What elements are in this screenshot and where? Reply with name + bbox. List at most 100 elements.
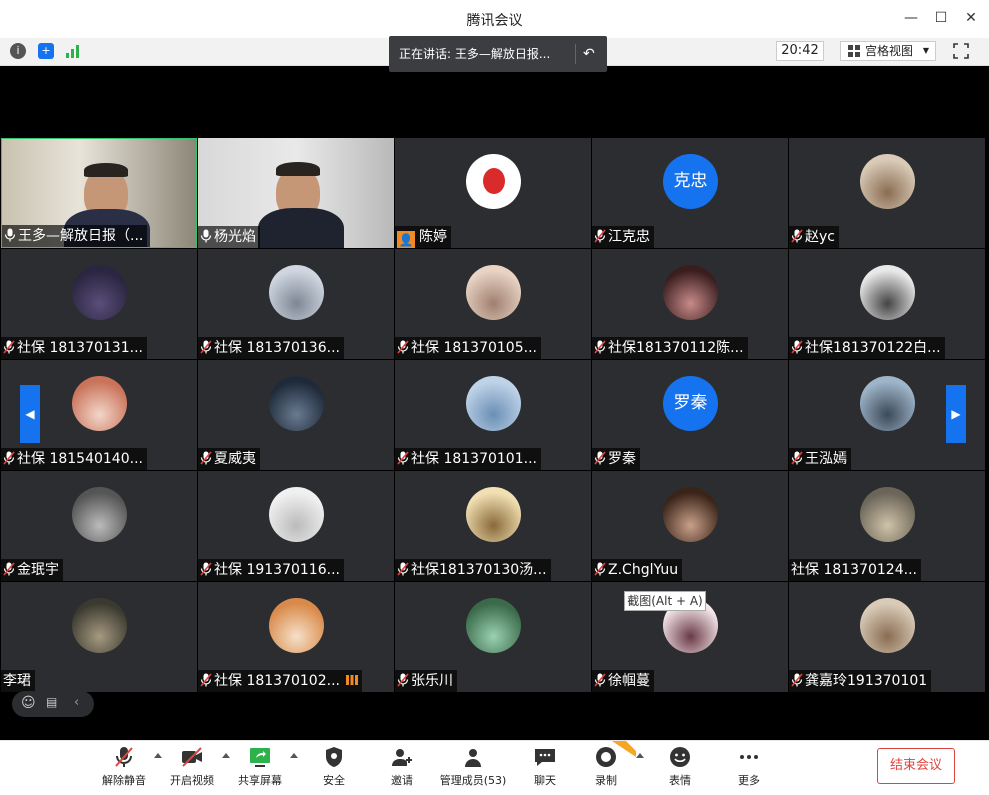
participant-tile[interactable]: 社保181370130汤...: [395, 471, 591, 581]
invite-button[interactable]: 邀请: [386, 745, 418, 788]
start-video-button[interactable]: 开启视频: [168, 745, 216, 788]
participant-tile[interactable]: 社保 181370124...: [789, 471, 985, 581]
participant-tile[interactable]: 社保 191370116...: [198, 471, 394, 581]
maximize-icon[interactable]: ☐: [931, 8, 951, 28]
shield-icon[interactable]: +: [38, 43, 54, 59]
info-icon[interactable]: i: [10, 43, 26, 59]
participant-avatar: [466, 487, 521, 542]
participant-name: 夏威夷: [198, 448, 260, 470]
participant-avatar: [466, 265, 521, 320]
participant-name: 江克忠: [592, 226, 654, 248]
chat-button[interactable]: 聊天: [529, 745, 561, 788]
prev-page-arrow-icon[interactable]: ◀: [20, 385, 40, 443]
participant-tile[interactable]: 👤 陈婷: [395, 138, 591, 248]
view-mode-button[interactable]: 宫格视图 ▼: [840, 41, 936, 61]
participant-tile[interactable]: 社保 181370105...: [395, 249, 591, 359]
participant-name: 社保 191370116...: [198, 559, 344, 581]
network-signal-icon: [345, 675, 358, 685]
participant-name: 社保181370112陈...: [592, 337, 748, 359]
participant-name-text: 王泓嫣: [805, 451, 847, 467]
participant-tile[interactable]: 王多—解放日报（...: [1, 138, 197, 248]
emoji-icon[interactable]: ☺: [21, 695, 36, 711]
participant-tile[interactable]: 社保181370112陈...: [592, 249, 788, 359]
mic-muted-icon: [397, 451, 409, 465]
participant-name-text: 社保 181370131...: [17, 340, 143, 356]
share-screen-button[interactable]: 共享屏幕: [236, 745, 284, 788]
reactions-button[interactable]: 表情: [664, 745, 696, 788]
mic-muted-icon: [200, 451, 212, 465]
participant-tile[interactable]: 社保 181370101...: [395, 360, 591, 470]
participant-tile[interactable]: 杨光焰: [198, 138, 394, 248]
participant-name: 金珉宇: [1, 559, 63, 581]
participant-name-text: 社保 181370105...: [411, 340, 537, 356]
participant-tile[interactable]: 社保 181370136...: [198, 249, 394, 359]
end-meeting-button[interactable]: 结束会议: [877, 748, 955, 784]
members-icon: [465, 749, 481, 767]
manage-members-button[interactable]: 管理成员(53): [438, 745, 508, 788]
grid-icon: [848, 45, 860, 57]
fullscreen-icon[interactable]: [953, 43, 969, 59]
participant-name: 👤 陈婷: [395, 226, 451, 248]
mic-muted-icon: [200, 340, 212, 354]
mic-muted-icon: [397, 673, 409, 687]
participant-tile[interactable]: Z.ChglYuu: [592, 471, 788, 581]
meeting-timer: 20:42: [776, 41, 824, 61]
mic-muted-icon: [200, 673, 212, 687]
participant-avatar: [466, 154, 521, 209]
security-button[interactable]: 安全: [318, 745, 350, 788]
participant-name-text: 社保 181370101...: [411, 451, 537, 467]
participant-name-text: 金珉宇: [17, 562, 59, 578]
mic-muted-icon: [3, 451, 15, 465]
participant-avatar: [466, 376, 521, 431]
participant-avatar: [72, 265, 127, 320]
participant-name: 杨光焰: [198, 226, 260, 248]
share-options-caret-icon[interactable]: [290, 753, 298, 758]
chat-bubble-icon[interactable]: ▤: [46, 695, 57, 709]
participant-tile[interactable]: 社保 181370131...: [1, 249, 197, 359]
participant-name: 社保 181370101...: [395, 448, 541, 470]
participant-tile[interactable]: 克忠 江克忠: [592, 138, 788, 248]
participant-tile[interactable]: 李珺: [1, 582, 197, 692]
participant-avatar: [269, 598, 324, 653]
minimize-icon[interactable]: —: [901, 8, 921, 28]
participant-avatar: 罗秦: [663, 376, 718, 431]
participant-tile[interactable]: 张乐川: [395, 582, 591, 692]
new-badge-icon: [612, 741, 636, 757]
participant-avatar: [466, 598, 521, 653]
participant-tile[interactable]: 社保 181370102...: [198, 582, 394, 692]
participant-avatar: [72, 598, 127, 653]
participant-avatar: [860, 598, 915, 653]
participant-name: 李珺: [1, 670, 35, 692]
participant-name-text: 社保 181540140...: [17, 451, 143, 467]
participant-name-text: 陈婷: [419, 229, 447, 245]
participant-avatar: [72, 487, 127, 542]
security-shield-icon: [326, 747, 342, 767]
participant-tile[interactable]: 赵yc: [789, 138, 985, 248]
participant-tile[interactable]: 龚嘉玲191370101: [789, 582, 985, 692]
participant-tile[interactable]: 夏威夷: [198, 360, 394, 470]
window-title: 腾讯会议: [466, 13, 523, 29]
host-icon: 👤: [397, 231, 415, 248]
participant-tile[interactable]: 罗秦 罗秦: [592, 360, 788, 470]
video-options-caret-icon[interactable]: [222, 753, 230, 758]
mic-muted-icon: [594, 229, 606, 243]
participant-name: 社保 181370136...: [198, 337, 344, 359]
participant-tile[interactable]: 社保181370122白...: [789, 249, 985, 359]
collapse-arrow-icon[interactable]: ↶: [583, 36, 595, 72]
unmute-button[interactable]: 解除静音: [100, 745, 148, 788]
unmute-options-caret-icon[interactable]: [154, 753, 162, 758]
participant-name-text: 社保 181370124...: [791, 562, 917, 578]
participant-tile[interactable]: 金珉宇: [1, 471, 197, 581]
screenshot-tooltip: 截图(Alt + A): [624, 591, 706, 611]
mic-muted-icon: [791, 451, 803, 465]
participant-avatar: [860, 265, 915, 320]
more-button[interactable]: 更多: [733, 745, 765, 788]
signal-icon[interactable]: [66, 44, 80, 58]
invite-user-icon: [392, 749, 412, 766]
participant-name-text: 李珺: [3, 673, 31, 689]
chevron-left-icon[interactable]: ‹: [74, 695, 79, 710]
record-options-caret-icon[interactable]: [636, 753, 644, 758]
participant-avatar: [663, 487, 718, 542]
close-icon[interactable]: ✕: [961, 8, 981, 28]
next-page-arrow-icon[interactable]: ▶: [946, 385, 966, 443]
